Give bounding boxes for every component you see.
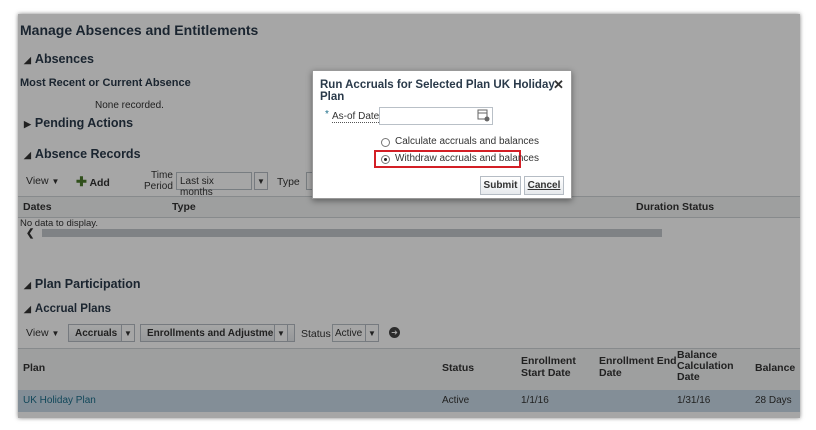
submit-label: Submit — [483, 180, 518, 191]
calendar-icon[interactable] — [477, 108, 490, 122]
withdraw-option-label: Withdraw accruals and balances — [395, 153, 539, 164]
run-accruals-dialog: Run Accruals for Selected Plan UK Holida… — [312, 70, 572, 199]
withdraw-radio[interactable] — [381, 155, 390, 164]
dialog-title: Run Accruals for Selected Plan UK Holida… — [320, 79, 555, 103]
cancel-button[interactable]: Cancel — [524, 176, 564, 195]
submit-button[interactable]: Submit — [480, 176, 521, 195]
as-of-date-label: As-of Date — [332, 111, 380, 123]
as-of-date-input[interactable] — [379, 107, 493, 125]
calculate-radio[interactable] — [381, 138, 390, 147]
calculate-option-label: Calculate accruals and balances — [395, 136, 539, 147]
close-icon[interactable]: ✕ — [553, 77, 564, 93]
page: Manage Absences and Entitlements ◢ Absenc… — [18, 14, 800, 418]
cancel-label: Cancel — [527, 180, 561, 191]
required-marker: * — [325, 109, 329, 120]
